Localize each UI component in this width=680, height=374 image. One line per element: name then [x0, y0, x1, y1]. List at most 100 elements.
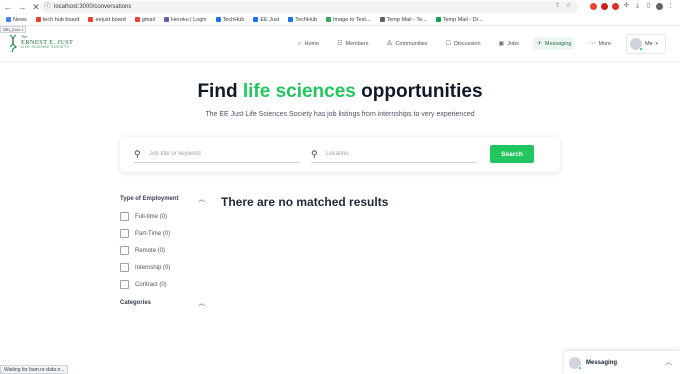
logo-subtitle: LIFE SCIENCE SOCIETY — [21, 45, 70, 50]
nav-item-more[interactable]: ⋯ More — [585, 37, 615, 50]
bookmark-favicon-icon — [215, 17, 221, 22]
bookmark-label: TechHub — [295, 16, 317, 23]
bookmark-favicon-icon — [134, 17, 140, 22]
nav-item-label: Communities — [395, 40, 428, 47]
empty-results-message: There are no matched results — [221, 195, 389, 209]
chevron-up-icon[interactable]: ︿ — [198, 194, 205, 204]
discussion-icon: ☐ — [445, 41, 451, 47]
extension-icon[interactable] — [601, 3, 608, 10]
nav-item-label: Messaging — [544, 40, 572, 47]
categories-filter-title[interactable]: Categories — [120, 300, 151, 306]
bookmark-item[interactable]: Temp Mail - Te... — [379, 16, 427, 23]
bookmark-item[interactable]: News — [6, 17, 27, 23]
logo[interactable]: The ERNEST E. JUST LIFE SCIENCE SOCIETY — [8, 34, 73, 52]
bookmark-favicon-icon — [35, 17, 41, 22]
sidepanel-icon[interactable]: ▯ — [645, 3, 652, 10]
title-accent: life sciences — [242, 81, 356, 102]
loading-tooltip: SRI_2 bo. r — [0, 26, 27, 33]
bookmark-star-icon[interactable]: ☆ — [565, 3, 572, 10]
extension-icons: ✣ ⤓ ▯ ⋮ — [590, 3, 674, 10]
bookmark-label: Heroku | Login — [170, 16, 207, 23]
puzzle-icon[interactable]: ✣ — [623, 3, 630, 10]
online-status-dot — [578, 365, 582, 370]
nav-item-home[interactable]: ⌂ Home — [294, 38, 323, 50]
filter-checkbox[interactable] — [120, 263, 129, 272]
menu-dots-icon[interactable]: ⋮ — [667, 3, 674, 10]
chevron-up-icon[interactable]: ︿ — [198, 298, 205, 308]
nav-item-communities[interactable]: ⁂ Communities — [382, 37, 431, 50]
bookmark-item[interactable]: Image to Text... — [325, 16, 371, 23]
title-pre: Find — [197, 81, 243, 102]
location-input[interactable] — [326, 151, 466, 157]
bookmark-item[interactable]: Heroku | Login — [163, 16, 207, 23]
address-bar[interactable]: ⓘ localhost:3000/conversations ⇪ ☆ — [40, 1, 578, 13]
extension-icon[interactable] — [590, 3, 597, 10]
bookmark-item[interactable]: EE Just — [253, 17, 279, 23]
url-text: localhost:3000/conversations — [54, 4, 132, 10]
filter-option-label: Part-Time (0) — [135, 230, 171, 237]
bookmark-item[interactable]: Temp Mail - Di... — [435, 17, 482, 23]
messaging-widget-label: Messaging — [586, 359, 618, 366]
filter-option-label: Remote (0) — [135, 247, 166, 254]
more-icon: ⋯ — [589, 41, 596, 47]
communities-icon: ⁂ — [386, 41, 393, 47]
bookmark-item[interactable]: TechHub — [288, 17, 317, 23]
browser-toolbar: ← → ✕ ⓘ localhost:3000/conversations ⇪ ☆… — [0, 0, 680, 14]
bookmark-item[interactable]: TechHub — [215, 16, 245, 23]
employment-filter-option[interactable]: Remote (0) — [120, 246, 165, 255]
members-icon: ☷ — [337, 41, 343, 47]
nav-item-jobs[interactable]: ▣ Jobs — [495, 37, 523, 50]
me-label: Me — [645, 41, 653, 47]
extension-icon[interactable] — [612, 3, 619, 10]
messaging-widget[interactable]: Messaging ︿ — [564, 351, 680, 374]
nav-item-label: Discussion — [453, 40, 481, 47]
share-icon[interactable]: ⇪ — [554, 3, 561, 10]
site-info-icon[interactable]: ⓘ — [44, 4, 51, 11]
bookmark-favicon-icon — [163, 17, 169, 22]
bookmark-label: TechHub — [222, 16, 245, 23]
job-search-input[interactable] — [149, 151, 289, 157]
bookmark-item[interactable]: eejust board — [88, 17, 126, 23]
bookmark-label: Temp Mail - Te... — [386, 16, 427, 23]
employment-filter-title[interactable]: Type of Employment — [120, 196, 179, 202]
search-button[interactable]: Search — [490, 145, 534, 163]
bookmark-favicon-icon — [6, 17, 11, 22]
filter-checkbox[interactable] — [120, 229, 129, 238]
employment-filter-option[interactable]: Full-time (0) — [120, 212, 167, 221]
chevron-up-icon[interactable]: ︿ — [665, 357, 672, 367]
online-status-dot — [639, 47, 643, 51]
search-icon: ⚲ — [311, 148, 318, 159]
filter-checkbox[interactable] — [120, 280, 129, 289]
me-menu-button[interactable]: Me ▾ — [626, 34, 666, 54]
bookmark-label: Image to Text... — [332, 16, 371, 23]
bookmark-item[interactable]: gmail — [134, 16, 155, 23]
profile-icon[interactable] — [656, 3, 663, 10]
nav-item-label: Members — [345, 40, 369, 47]
filter-checkbox[interactable] — [120, 212, 129, 221]
nav-item-members[interactable]: ☷ Members — [333, 37, 372, 50]
search-card: ⚲ ⚲ Search — [120, 137, 560, 172]
bookmark-label: gmail — [141, 16, 155, 23]
back-icon[interactable]: ← — [2, 1, 14, 13]
nav-item-discussion[interactable]: ☐ Discussion — [442, 37, 485, 50]
avatar — [569, 356, 582, 370]
filter-option-label: Internship (0) — [135, 264, 171, 271]
forward-icon[interactable]: → — [16, 1, 28, 13]
bookmark-item[interactable]: tech hub board — [35, 17, 79, 23]
main-nav: ⌂ Home ☷ Members ⁂ Communities ☐ Discussion ▣ Job… — [294, 37, 615, 50]
page-title: Find life sciences opportunities — [0, 81, 680, 103]
app-header: The ERNEST E. JUST LIFE SCIENCE SOCIETY … — [0, 26, 680, 62]
bookmark-favicon-icon — [88, 17, 94, 22]
download-icon[interactable]: ⤓ — [634, 3, 641, 10]
messaging-icon: ✈ — [536, 41, 542, 47]
job-search-field: ⚲ — [134, 146, 300, 163]
nav-item-messaging[interactable]: ✈ Messaging — [532, 37, 576, 50]
filter-checkbox[interactable] — [120, 246, 129, 255]
employment-filter-option[interactable]: Part-Time (0) — [120, 229, 170, 238]
bookmark-favicon-icon — [325, 17, 331, 22]
browser-status-bar: Waiting for bam.nr-data.n... — [0, 365, 69, 374]
logo-dna-icon — [9, 34, 18, 52]
employment-filter-option[interactable]: Contract (0) — [120, 280, 167, 289]
jobs-icon: ▣ — [498, 41, 505, 47]
employment-filter-option[interactable]: Internship (0) — [120, 263, 170, 272]
